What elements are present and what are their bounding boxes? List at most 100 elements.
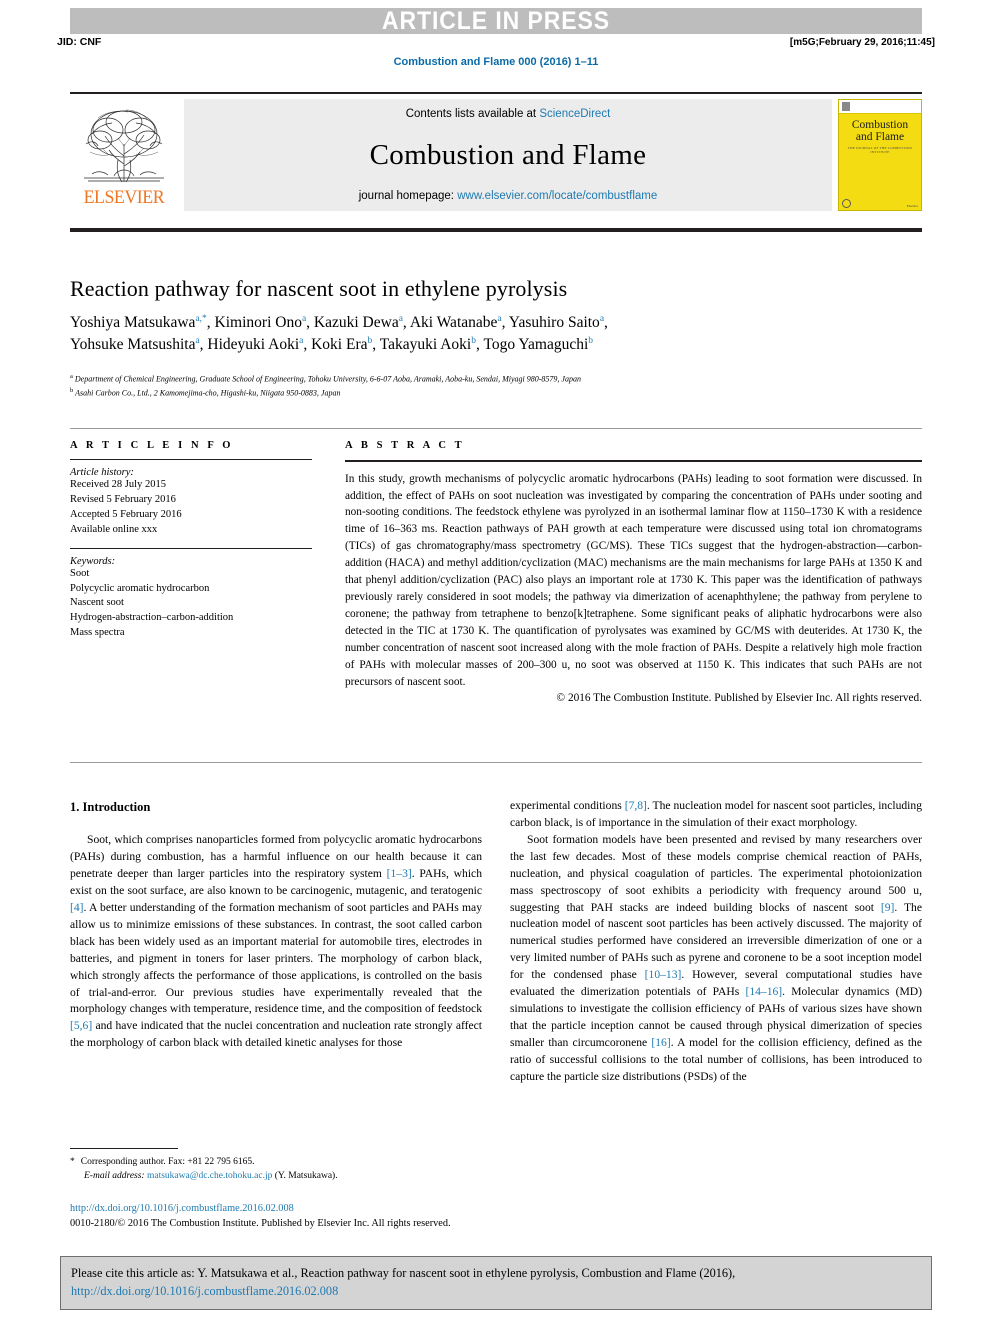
production-stamp-label: [m5G;February 29, 2016;11:45] xyxy=(789,37,935,48)
footnote-line: * Corresponding author. Fax: +81 22 795 6… xyxy=(70,1155,482,1169)
affiliation-entry: b Asahi Carbon Co., Ltd., 2 Kamomejima-c… xyxy=(70,386,932,400)
cover-topbar xyxy=(839,100,921,114)
cover-seal-icon xyxy=(842,199,851,208)
paragraph-text: Soot formation models have been presente… xyxy=(510,832,922,914)
please-cite-text: Please cite this article as: Y. Matsukaw… xyxy=(71,1266,736,1280)
running-head-citation[interactable]: Combustion and Flame 000 (2016) 1–11 xyxy=(0,56,992,68)
cover-title: Combustion and Flame xyxy=(839,119,921,143)
sciencedirect-link[interactable]: ScienceDirect xyxy=(539,108,610,120)
footnote-email-line: E-mail address: matsukawa@dc.che.tohoku.… xyxy=(70,1169,482,1183)
journal-id-label: JID: CNF xyxy=(57,36,102,48)
keywords-label: Keywords: xyxy=(70,555,116,567)
citation-ref-1-3[interactable]: [1–3] xyxy=(387,867,412,880)
author-list: Yoshiya Matsukawaa,*, Kiminori Onoa, Kaz… xyxy=(70,313,608,354)
citation-ref-16[interactable]: [16] xyxy=(651,1036,670,1049)
email-link[interactable]: matsukawa@dc.che.tohoku.ac.jp xyxy=(147,1171,272,1181)
citation-ref-5-6[interactable]: [5,6] xyxy=(70,1019,92,1032)
author-affiliation-marker: a xyxy=(599,313,605,324)
info-panel-top-rule xyxy=(70,428,922,429)
cover-mini-logo-icon xyxy=(842,102,850,111)
author-name[interactable]: Kiminori Ono xyxy=(215,314,302,331)
author-name[interactable]: Kazuki Dewa xyxy=(314,314,399,331)
affiliation-entry: a Department of Chemical Engineering, Gr… xyxy=(70,372,932,386)
cover-bottom-row: Elsevier xyxy=(839,199,921,208)
abstract-rule xyxy=(345,460,922,462)
article-in-press-banner: ARTICLE IN PRESS xyxy=(70,6,922,35)
contents-available-prefix: Contents lists available at xyxy=(405,108,540,120)
article-info-column: A R T I C L E I N F O Article history: R… xyxy=(70,440,312,641)
keyword-item: Mass spectra xyxy=(70,627,125,639)
author-name[interactable]: Hideyuki Aoki xyxy=(207,336,299,353)
corresponding-author-footnote: * Corresponding author. Fax: +81 22 795 6… xyxy=(70,1148,482,1184)
article-info-heading: A R T I C L E I N F O xyxy=(70,440,234,451)
footnote-marker: * xyxy=(70,1157,75,1167)
keyword-item: Nascent soot xyxy=(70,597,124,609)
article-history-received: Received 28 July 2015 xyxy=(70,479,166,490)
article-history-label: Article history: xyxy=(70,467,134,478)
journal-id-row: JID: CNF [m5G;February 29, 2016;11:45] xyxy=(57,36,935,48)
article-in-press-label: ARTICLE IN PRESS xyxy=(381,6,611,35)
abstract-copyright: © 2016 The Combustion Institute. Publish… xyxy=(556,691,922,704)
article-history-accepted: Accepted 5 February 2016 xyxy=(70,508,182,520)
author-name[interactable]: Takayuki Aoki xyxy=(380,336,471,353)
keyword-item: Soot xyxy=(70,567,90,579)
article-history-online: Available online xxx xyxy=(70,523,158,535)
footer-doi-link[interactable]: http://dx.doi.org/10.1016/j.combustflame… xyxy=(70,1202,630,1217)
author-name[interactable]: Yoshiya Matsukawa xyxy=(70,314,195,331)
article-info-rule xyxy=(70,459,312,460)
citation-ref-4[interactable]: [4] xyxy=(70,901,84,914)
author-affiliation-marker: a xyxy=(301,313,307,324)
abstract-column: A B S T R A C T In this study, growth me… xyxy=(345,440,922,704)
keywords-rule xyxy=(70,547,312,549)
footer-issn-copyright: 0010-2180/© 2016 The Combustion Institut… xyxy=(70,1217,451,1229)
author-name[interactable]: Koki Era xyxy=(311,336,367,353)
journal-cover-thumbnail[interactable]: Combustion and Flame THE JOURNAL OF THE … xyxy=(838,99,922,211)
email-owner-label: (Y. Matsukawa). xyxy=(274,1171,338,1182)
article-history-revised: Revised 5 February 2016 xyxy=(70,493,176,505)
author-affiliation-marker: a xyxy=(398,313,403,324)
keyword-item: Hydrogen-abstraction–carbon-addition xyxy=(70,612,234,624)
paragraph-text: experimental conditions xyxy=(510,799,625,812)
author-affiliation-marker: a xyxy=(497,313,502,324)
paragraph-text: . A better understanding of the formatio… xyxy=(70,900,482,1016)
author-name[interactable]: Yohsuke Matsushita xyxy=(70,336,195,353)
footnote-corresponding-text: Corresponding author. Fax: +81 22 795 61… xyxy=(80,1157,255,1167)
citation-ref-14-16[interactable]: [14–16] xyxy=(745,985,782,998)
email-address-label: E-mail address: xyxy=(84,1171,145,1182)
author-affiliation-marker: b xyxy=(367,336,373,347)
journal-masthead: ELSEVIER Contents lists available at Sci… xyxy=(70,92,922,211)
contents-available-line: Contents lists available at ScienceDirec… xyxy=(184,108,832,120)
cover-title-line-1: Combustion xyxy=(851,119,909,131)
paragraph-text: and have indicated that the nuclei conce… xyxy=(70,1019,482,1050)
paragraph: experimental conditions [7,8]. The nucle… xyxy=(510,798,922,832)
journal-title: Combustion and Flame xyxy=(369,138,647,171)
masthead-center-panel: Contents lists available at ScienceDirec… xyxy=(184,99,832,211)
journal-homepage-line: journal homepage: www.elsevier.com/locat… xyxy=(184,190,832,202)
author-name[interactable]: Aki Watanabe xyxy=(410,314,498,331)
author-name[interactable]: Yasuhiro Saito xyxy=(509,314,600,331)
author-name[interactable]: Togo Yamaguchi xyxy=(483,336,588,353)
journal-homepage-prefix: journal homepage: xyxy=(358,190,458,202)
info-panel-bottom-rule xyxy=(70,762,922,763)
abstract-text: In this study, growth mechanisms of poly… xyxy=(345,472,922,688)
affiliation-marker: a xyxy=(70,373,73,380)
journal-homepage-link[interactable]: www.elsevier.com/locate/combustflame xyxy=(457,190,657,202)
author-affiliation-marker: b xyxy=(471,336,476,347)
cover-subtitle: THE JOURNAL OF THE COMBUSTION INSTITUTE xyxy=(847,146,913,155)
citation-ref-9[interactable]: [9] xyxy=(881,901,895,914)
elsevier-tree-icon xyxy=(84,109,164,183)
author-affiliation-marker: a xyxy=(299,336,304,347)
keyword-item: Polycyclic aromatic hydrocarbon xyxy=(70,582,210,594)
body-column-right: experimental conditions [7,8]. The nucle… xyxy=(510,798,922,1086)
author-affiliation-marker: a xyxy=(195,336,200,347)
abstract-heading: A B S T R A C T xyxy=(345,440,465,451)
citation-ref-7-8[interactable]: [7,8] xyxy=(625,799,647,812)
affiliation-text: Department of Chemical Engineering, Grad… xyxy=(74,374,581,384)
paragraph: Soot, which comprises nanoparticles form… xyxy=(70,832,482,1052)
footer-doi-block: http://dx.doi.org/10.1016/j.combustflame… xyxy=(70,1202,630,1232)
please-cite-doi-link[interactable]: http://dx.doi.org/10.1016/j.combustflame… xyxy=(71,1282,921,1300)
cover-publisher-label: Elsevier xyxy=(906,203,918,208)
section-heading-introduction: 1. Introduction xyxy=(70,800,151,814)
masthead-bottom-rule xyxy=(70,228,922,232)
citation-ref-10-13[interactable]: [10–13] xyxy=(645,968,682,981)
